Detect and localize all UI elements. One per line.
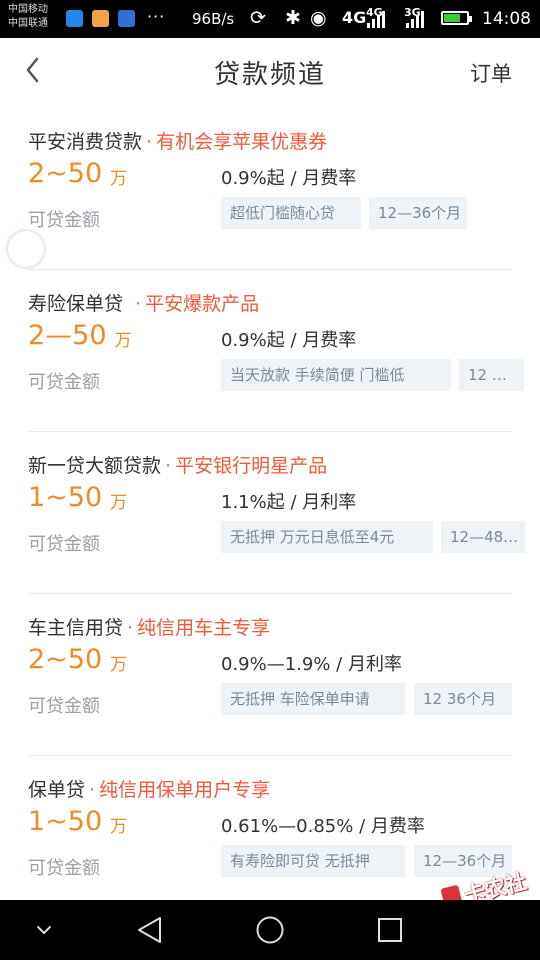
loan-amount: 2~50 万 bbox=[28, 644, 127, 675]
loan-promo: 平安银行明星产品 bbox=[175, 455, 328, 477]
amount-unit: 万 bbox=[110, 169, 128, 189]
loan-rate: 0.9%起 / 月费率 bbox=[221, 330, 357, 351]
status-bar: 中国移动 中国联通 ··· 96B/s ⟳ ✱ ◉ 4G 4G 3G 14:08 bbox=[0, 0, 540, 38]
collapse-button[interactable] bbox=[24, 910, 64, 950]
loan-item[interactable]: 新一贷大额贷款 · 平安银行明星产品 1~50 万 1.1%起 / 月利率 可贷金额 … bbox=[0, 432, 540, 594]
carrier-info: 中国移动 中国联通 bbox=[8, 3, 48, 31]
loan-item[interactable]: 寿险保单贷 · 平安爆款产品 2—50 万 0.9%起 / 月费率 可贷金额 当天放款… bbox=[0, 270, 540, 432]
shield-app-icon bbox=[66, 10, 83, 27]
separator-dot: · bbox=[89, 779, 96, 801]
loan-title-row: 平安消费贷款 · 有机会享苹果优惠券 bbox=[28, 127, 327, 154]
loan-promo: 纯信用车主专享 bbox=[137, 617, 271, 639]
amount-unit: 万 bbox=[110, 655, 128, 675]
settings-app-icon bbox=[118, 10, 135, 27]
amount-unit: 万 bbox=[110, 493, 128, 513]
loan-title-row: 新一贷大额贷款 · 平安银行明星产品 bbox=[28, 451, 327, 478]
floating-assistive-button[interactable] bbox=[8, 231, 44, 267]
loan-name: 保单贷 bbox=[28, 779, 86, 801]
separator-dot: · bbox=[135, 293, 142, 315]
loan-item[interactable]: 车主信用贷 · 纯信用车主专享 2~50 万 0.9%—1.9% / 月利率 可贷金额… bbox=[0, 594, 540, 756]
amount-range: 2—50 bbox=[28, 320, 107, 351]
recents-square-icon bbox=[378, 918, 402, 942]
term-tag: 12 … bbox=[459, 359, 524, 391]
loan-title-row: 保单贷 · 纯信用保单用户专享 bbox=[28, 775, 270, 802]
separator-dot: · bbox=[127, 617, 134, 639]
amount-unit: 万 bbox=[110, 817, 128, 837]
feature-tag: 当天放款 手续简便 门槛低 bbox=[221, 359, 451, 391]
feature-tag: 无抵押 车险保单申请 bbox=[221, 683, 405, 715]
amount-unit: 万 bbox=[114, 331, 132, 351]
carrier-2: 中国联通 bbox=[8, 18, 48, 29]
amount-range: 1~50 bbox=[28, 806, 103, 837]
nav-recents-button[interactable] bbox=[370, 910, 410, 950]
page-title: 贷款频道 bbox=[213, 60, 326, 90]
loan-amount: 1~50 万 bbox=[28, 482, 127, 513]
orders-link[interactable]: 订单 bbox=[470, 58, 512, 88]
signal-icon bbox=[367, 10, 385, 28]
separator-dot: · bbox=[146, 131, 153, 153]
clock: 14:08 bbox=[482, 9, 531, 29]
amount-range: 1~50 bbox=[28, 482, 103, 513]
sync-icon: ⟳ bbox=[250, 7, 266, 29]
separator-dot: · bbox=[165, 455, 172, 477]
loan-list: 平安消费贷款 · 有机会享苹果优惠券 2~50 万 0.9%起 / 月费率 可贷金额 … bbox=[0, 108, 540, 918]
loan-amount: 1~50 万 bbox=[28, 806, 127, 837]
home-circle-icon bbox=[256, 916, 284, 944]
loan-name: 寿险保单贷 bbox=[28, 293, 124, 315]
nav-back-button[interactable] bbox=[130, 910, 170, 950]
loan-title-row: 寿险保单贷 · 平安爆款产品 bbox=[28, 289, 259, 316]
loan-rate: 0.9%—1.9% / 月利率 bbox=[221, 654, 402, 675]
loan-name: 新一贷大额贷款 bbox=[28, 455, 162, 477]
signal-icon-2 bbox=[406, 10, 424, 28]
amount-label: 可贷金额 bbox=[28, 210, 100, 231]
amount-range: 2~50 bbox=[28, 644, 103, 675]
app-header: 贷款频道 订单 bbox=[0, 38, 540, 108]
feature-tag: 超低门槛随心贷 bbox=[221, 197, 361, 229]
loan-title-row: 车主信用贷 · 纯信用车主专享 bbox=[28, 613, 270, 640]
battery-charging-icon bbox=[441, 11, 472, 25]
amount-label: 可贷金额 bbox=[28, 858, 100, 879]
collapse-chevron-icon bbox=[37, 926, 51, 934]
loan-amount: 2~50 万 bbox=[28, 158, 127, 189]
feature-tag: 有寿险即可贷 无抵押 bbox=[221, 845, 405, 877]
back-triangle-icon bbox=[138, 917, 161, 943]
term-tag: 12—48… bbox=[441, 521, 525, 553]
amount-label: 可贷金额 bbox=[28, 696, 100, 717]
system-nav-bar bbox=[0, 900, 540, 960]
term-tag: 12 36个月 bbox=[414, 683, 512, 715]
amount-label: 可贷金额 bbox=[28, 534, 100, 555]
carrier-1: 中国移动 bbox=[8, 4, 48, 15]
loan-rate: 0.61%—0.85% / 月费率 bbox=[221, 816, 425, 837]
loan-rate: 0.9%起 / 月费率 bbox=[221, 168, 357, 189]
loan-promo: 平安爆款产品 bbox=[145, 293, 260, 315]
nav-home-button[interactable] bbox=[250, 910, 290, 950]
loan-name: 平安消费贷款 bbox=[28, 131, 143, 153]
loan-promo: 有机会享苹果优惠券 bbox=[156, 131, 328, 153]
cat-app-icon bbox=[92, 10, 109, 27]
network-speed: 96B/s bbox=[192, 10, 235, 28]
more-notifications-icon: ··· bbox=[147, 7, 166, 26]
eye-icon: ◉ bbox=[310, 7, 327, 29]
feature-tag: 无抵押 万元日息低至4元 bbox=[221, 521, 433, 553]
loan-rate: 1.1%起 / 月利率 bbox=[221, 492, 357, 513]
network-type-4g: 4G bbox=[342, 8, 367, 27]
bluetooth-icon: ✱ bbox=[285, 7, 301, 29]
loan-name: 车主信用贷 bbox=[28, 617, 124, 639]
loan-item[interactable]: 平安消费贷款 · 有机会享苹果优惠券 2~50 万 0.9%起 / 月费率 可贷金额 … bbox=[0, 108, 540, 270]
loan-amount: 2—50 万 bbox=[28, 320, 132, 351]
term-tag: 12—36个月 bbox=[369, 197, 467, 229]
loan-promo: 纯信用保单用户专享 bbox=[99, 779, 271, 801]
amount-label: 可贷金额 bbox=[28, 372, 100, 393]
amount-range: 2~50 bbox=[28, 158, 103, 189]
